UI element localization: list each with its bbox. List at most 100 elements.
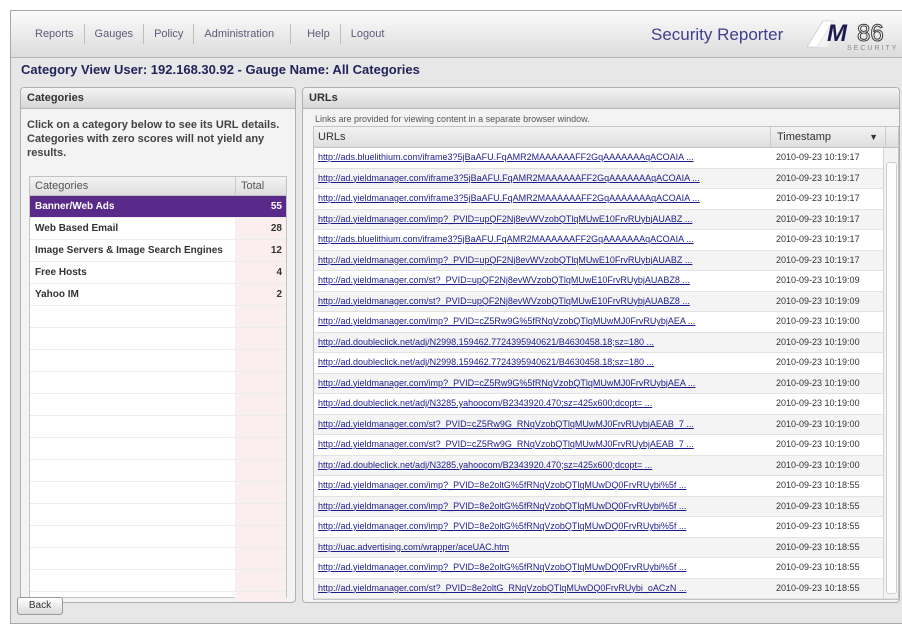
menu-administration[interactable]: Administration — [194, 24, 284, 44]
url-link[interactable]: http://ad.yieldmanager.com/st?_PVID=cZ5R… — [314, 415, 770, 435]
category-total: 2 — [235, 284, 286, 305]
url-link[interactable]: http://ad.yieldmanager.com/st?_PVID=upQF… — [314, 271, 770, 291]
back-button[interactable]: Back — [17, 597, 63, 615]
url-timestamp: 2010-09-23 10:18:55 — [776, 500, 860, 511]
sort-dropdown-icon[interactable]: ▼ — [869, 127, 878, 147]
url-row: http://ad.yieldmanager.com/st?_PVID=8e2o… — [314, 578, 898, 599]
url-timestamp: 2010-09-23 10:19:17 — [776, 234, 860, 244]
url-link[interactable]: http://ad.doubleclick.net/adj/N2998.1594… — [314, 353, 770, 373]
url-link[interactable]: http://ad.yieldmanager.com/st?_PVID=8e2o… — [314, 599, 770, 600]
url-row: http://ad.yieldmanager.com/st?_PVID=cZ5R… — [314, 435, 898, 456]
url-row: http://ad.yieldmanager.com/st?_PVID=upQF… — [314, 291, 898, 312]
url-row: http://ad.doubleclick.net/adj/N2998.1594… — [314, 332, 898, 353]
category-row[interactable]: Banner/Web Ads 55 — [30, 196, 286, 218]
category-empty-row — [30, 526, 286, 548]
url-row: http://ad.yieldmanager.com/st?_PVID=8e2o… — [314, 599, 898, 600]
url-row: http://ads.bluelithium.com/iframe3?5jBaA… — [314, 148, 898, 169]
column-header-urls[interactable]: URLs — [314, 127, 771, 147]
categories-instructions: Click on a category below to see its URL… — [27, 119, 280, 159]
menu-logout[interactable]: Logout — [341, 24, 395, 44]
category-total: 4 — [235, 262, 286, 283]
url-timestamp: 2010-09-23 10:19:17 — [776, 172, 860, 183]
url-link[interactable]: http://ad.yieldmanager.com/imp?_PVID=upQ… — [314, 210, 770, 230]
categories-panel: Categories Click on a category below to … — [20, 87, 296, 603]
url-row: http://ad.yieldmanager.com/iframe3?5jBaA… — [314, 168, 898, 189]
column-header-categories[interactable]: Categories — [30, 177, 236, 195]
column-header-timestamp[interactable]: Timestamp ▼ — [771, 127, 886, 147]
category-name: Banner/Web Ads — [30, 196, 235, 217]
url-row: http://ad.yieldmanager.com/imp?_PVID=8e2… — [314, 476, 898, 497]
url-link[interactable]: http://ad.yieldmanager.com/iframe3?5jBaA… — [314, 169, 770, 189]
urls-panel-title: URLs — [303, 88, 899, 109]
column-header-total[interactable]: Total — [236, 177, 286, 195]
url-row: http://ad.doubleclick.net/adj/N3285.yaho… — [314, 455, 898, 476]
category-empty-row — [30, 350, 286, 372]
url-link[interactable]: http://ad.yieldmanager.com/imp?_PVID=cZ5… — [314, 312, 770, 332]
url-row: http://ad.yieldmanager.com/st?_PVID=cZ5R… — [314, 414, 898, 435]
category-empty-row — [30, 438, 286, 460]
svg-text:SECURITY: SECURITY — [847, 45, 898, 52]
url-link[interactable]: http://ad.yieldmanager.com/st?_PVID=upQF… — [314, 292, 770, 312]
app-title: Security Reporter — [651, 25, 784, 44]
category-row[interactable]: Web Based Email 28 — [30, 218, 286, 240]
timestamp-header-label: Timestamp — [777, 131, 831, 143]
category-empty-row — [30, 394, 286, 416]
url-row: http://ad.doubleclick.net/adj/N3285.yaho… — [314, 394, 898, 415]
urls-scrollbar[interactable] — [883, 148, 898, 598]
url-timestamp: 2010-09-23 10:19:17 — [776, 254, 860, 265]
app-window: Reports Gauges Policy Administration Hel… — [10, 10, 902, 624]
url-link[interactable]: http://ad.yieldmanager.com/iframe3?5jBaA… — [314, 189, 770, 209]
menu-policy[interactable]: Policy — [144, 24, 195, 44]
url-link[interactable]: http://ad.yieldmanager.com/imp?_PVID=cZ5… — [314, 374, 770, 394]
category-name: Yahoo IM — [35, 289, 79, 300]
category-total: 55 — [235, 196, 286, 217]
url-row: http://ad.yieldmanager.com/iframe3?5jBaA… — [314, 189, 898, 210]
scrollbar-thumb[interactable] — [886, 162, 897, 594]
category-row[interactable]: Free Hosts 4 — [30, 262, 286, 284]
url-row: http://ad.yieldmanager.com/imp?_PVID=cZ5… — [314, 312, 898, 333]
url-row: http://ad.yieldmanager.com/imp?_PVID=8e2… — [314, 517, 898, 538]
top-navigation-bar: Reports Gauges Policy Administration Hel… — [11, 11, 902, 58]
category-total: 28 — [235, 218, 286, 239]
url-link[interactable]: http://ads.bluelithium.com/iframe3?5jBaA… — [314, 148, 770, 168]
url-timestamp: 2010-09-23 10:18:55 — [776, 582, 860, 593]
url-link[interactable]: http://ad.yieldmanager.com/imp?_PVID=upQ… — [314, 251, 770, 271]
url-timestamp: 2010-09-23 10:19:00 — [776, 357, 860, 367]
menu-gauges[interactable]: Gauges — [85, 24, 145, 44]
url-timestamp: 2010-09-23 10:19:00 — [776, 316, 860, 326]
url-timestamp: 2010-09-23 10:19:17 — [776, 213, 860, 224]
menu-help[interactable]: Help — [297, 24, 341, 44]
url-link[interactable]: http://ad.yieldmanager.com/st?_PVID=8e2o… — [314, 579, 770, 599]
category-empty-row — [30, 460, 286, 482]
url-row: http://ad.yieldmanager.com/imp?_PVID=8e2… — [314, 558, 898, 579]
category-total: 12 — [235, 240, 286, 261]
category-row[interactable]: Yahoo IM 2 — [30, 284, 286, 306]
url-timestamp: 2010-09-23 10:18:55 — [776, 562, 860, 572]
url-link[interactable]: http://ad.yieldmanager.com/imp?_PVID=8e2… — [314, 558, 770, 578]
category-empty-row — [30, 328, 286, 350]
url-timestamp: 2010-09-23 10:19:00 — [776, 459, 860, 470]
url-timestamp: 2010-09-23 10:19:09 — [776, 275, 860, 285]
url-link[interactable]: http://ad.doubleclick.net/adj/N3285.yaho… — [314, 456, 770, 476]
url-row: http://ads.bluelithium.com/iframe3?5jBaA… — [314, 230, 898, 251]
url-link[interactable]: http://ad.doubleclick.net/adj/N3285.yaho… — [314, 394, 770, 414]
url-link[interactable]: http://ad.yieldmanager.com/imp?_PVID=8e2… — [314, 497, 770, 517]
categories-rows: Banner/Web Ads 55 Web Based Email 28 Image S… — [30, 196, 286, 602]
url-link[interactable]: http://ads.bluelithium.com/iframe3?5jBaA… — [314, 230, 770, 250]
menu-separator — [290, 24, 292, 44]
category-empty-row — [30, 372, 286, 394]
urls-table-header: URLs Timestamp ▼ — [314, 127, 898, 148]
url-row: http://uac.advertising.com/wrapper/aceUA… — [314, 537, 898, 558]
category-empty-row — [30, 592, 286, 602]
svg-text:M: M — [827, 20, 848, 47]
url-link[interactable]: http://ad.yieldmanager.com/imp?_PVID=8e2… — [314, 476, 770, 496]
page-title: Category View User: 192.168.30.92 - Gaug… — [21, 62, 420, 77]
url-timestamp: 2010-09-23 10:18:55 — [776, 521, 860, 531]
url-link[interactable]: http://uac.advertising.com/wrapper/aceUA… — [314, 538, 770, 558]
url-link[interactable]: http://ad.yieldmanager.com/imp?_PVID=8e2… — [314, 517, 770, 537]
url-row: http://ad.doubleclick.net/adj/N2998.1594… — [314, 353, 898, 374]
url-link[interactable]: http://ad.doubleclick.net/adj/N2998.1594… — [314, 333, 770, 353]
category-row[interactable]: Image Servers & Image Search Engines 12 — [30, 240, 286, 262]
url-link[interactable]: http://ad.yieldmanager.com/st?_PVID=cZ5R… — [314, 435, 770, 455]
menu-reports[interactable]: Reports — [25, 24, 85, 44]
